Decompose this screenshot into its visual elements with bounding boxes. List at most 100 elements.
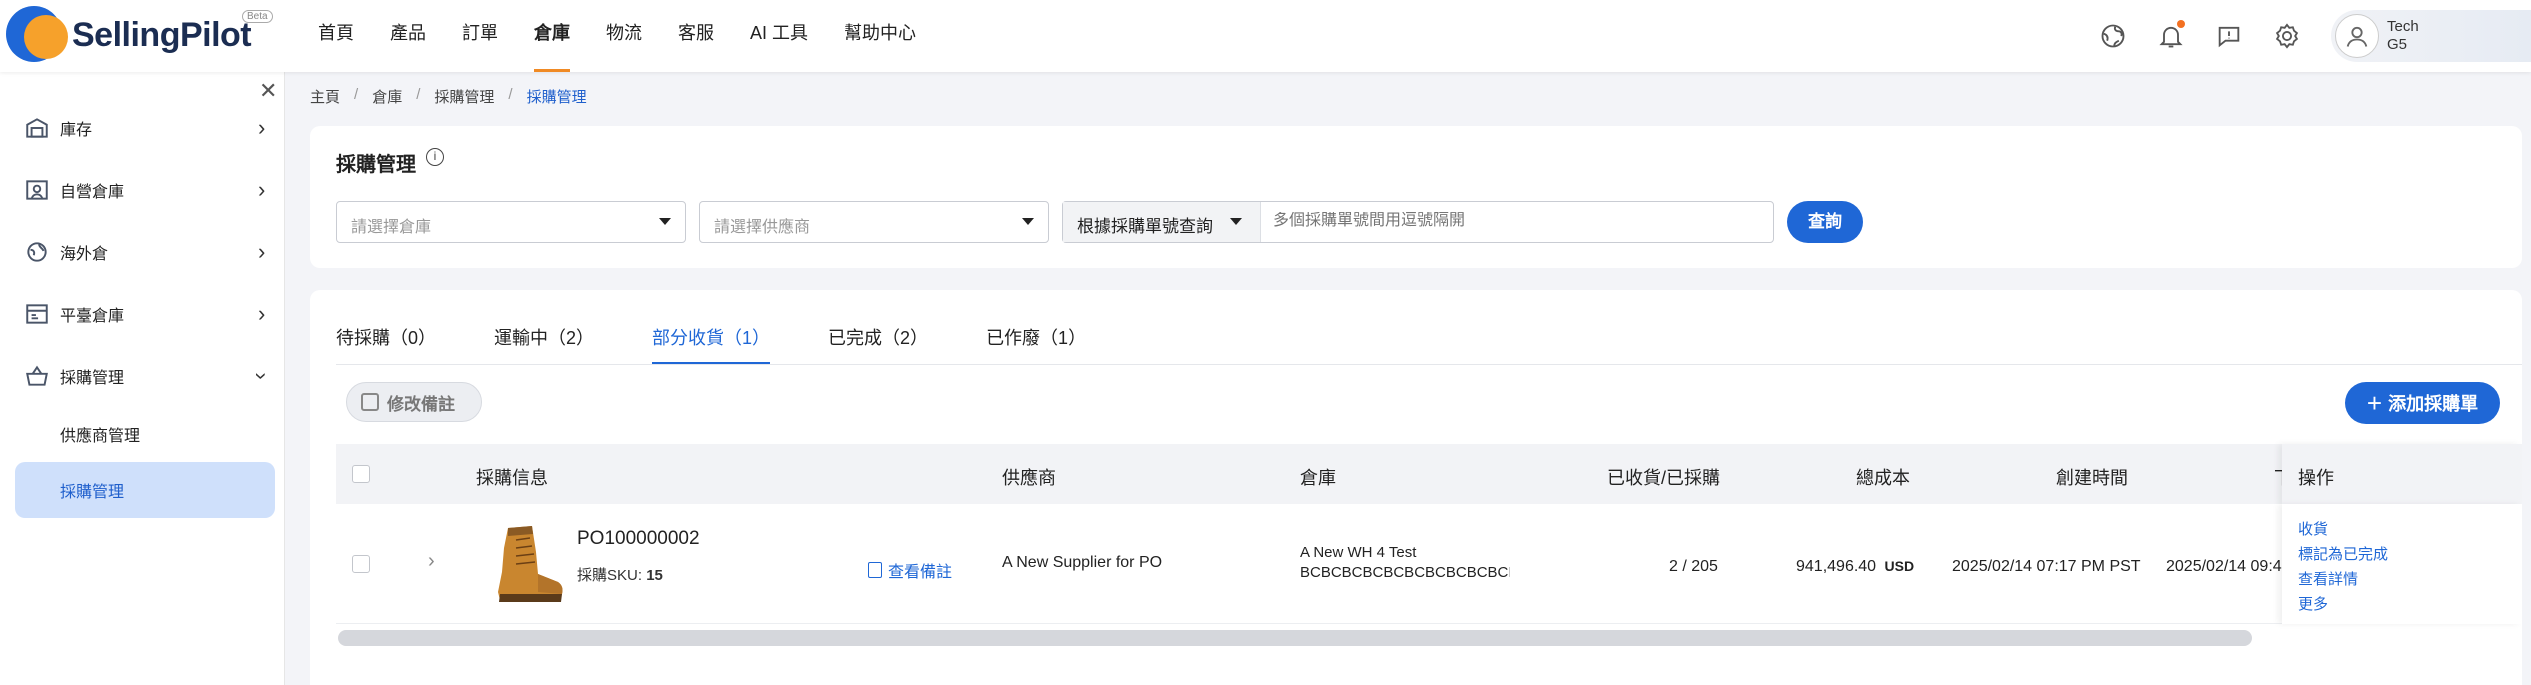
sidebar-item-label: 海外倉 [60, 246, 109, 263]
sidebar-item-platform-warehouse[interactable]: 平臺倉庫 › [0, 284, 285, 344]
chevron-right-icon: › [258, 301, 266, 326]
horizontal-scrollbar[interactable] [338, 630, 2252, 646]
nav-warehouse[interactable]: 倉庫 [516, 0, 588, 72]
nav-products[interactable]: 產品 [372, 0, 444, 72]
supplier-select[interactable]: 請選擇供應商 [699, 201, 1049, 243]
inventory-icon [26, 118, 48, 138]
gear-icon[interactable] [2273, 22, 2301, 50]
po-number-input[interactable] [1273, 212, 1753, 230]
nav-ai-tools[interactable]: AI 工具 [732, 0, 826, 72]
chevron-right-icon: › [258, 239, 266, 264]
table-header: 採購信息 供應商 倉庫 已收貨/已採購 總成本 創建時間 下單 操作 [336, 444, 2522, 504]
warehouse-select-placeholder: 請選擇倉庫 [351, 219, 432, 236]
purchase-list-card: 待採購（0） 運輸中（2） 部分收貨（1） 已完成（2） 已作廢（1） 修改備註… [310, 290, 2522, 685]
top-bar: SellingPilot Beta 首頁 產品 訂單 倉庫 物流 客服 AI 工… [0, 0, 2531, 72]
sidebar-item-label: 庫存 [60, 122, 93, 139]
breadcrumb-separator: / [354, 86, 359, 103]
user-name-line2: G5 [2387, 36, 2408, 53]
view-note-link[interactable]: 查看備註 [868, 558, 952, 582]
row-checkbox[interactable] [352, 555, 370, 573]
tab-pending[interactable]: 待採購（0） [336, 324, 436, 364]
page-title: 採購管理 [336, 154, 416, 176]
breadcrumb-warehouse[interactable]: 倉庫 [372, 86, 402, 107]
receive-link[interactable]: 收貨 [2298, 518, 2328, 539]
expand-row-icon[interactable]: › [428, 550, 435, 573]
logo-mark-orange [24, 15, 68, 59]
tab-in-transit[interactable]: 運輸中（2） [494, 324, 594, 364]
product-thumbnail [498, 526, 563, 602]
nav-home[interactable]: 首頁 [300, 0, 372, 72]
mark-complete-link[interactable]: 標記為已完成 [2298, 543, 2388, 564]
edit-note-button[interactable]: 修改備註 [346, 382, 482, 422]
select-all-checkbox[interactable] [352, 465, 370, 483]
breadcrumb-separator: / [416, 86, 421, 103]
view-details-link[interactable]: 查看詳情 [2298, 568, 2358, 589]
document-icon [868, 562, 882, 578]
nav-orders[interactable]: 訂單 [444, 0, 516, 72]
globe-icon[interactable] [2099, 22, 2127, 50]
add-po-button[interactable]: + 添加採購單 [2345, 382, 2500, 424]
sidebar-item-overseas-warehouse[interactable]: 海外倉 › [0, 222, 285, 282]
tab-partial-received[interactable]: 部分收貨（1） [652, 324, 771, 365]
table-row: › PO100000002 採購SKU: 15 查看備註 A New Suppl… [336, 504, 2522, 624]
sidebar-subitem-label: 採購管理 [60, 484, 125, 501]
sidebar-item-label: 平臺倉庫 [60, 308, 125, 325]
calendar-icon [361, 393, 379, 411]
sidebar-item-own-warehouse[interactable]: 自營倉庫 › [0, 160, 285, 220]
sku-value: 15 [646, 567, 663, 584]
edit-note-label: 修改備註 [387, 394, 455, 414]
more-link[interactable]: 更多 [2298, 593, 2328, 614]
tabs-divider [336, 364, 2522, 365]
total-cost-cell: 941,496.40 USD [1796, 558, 1914, 576]
view-note-label: 查看備註 [888, 564, 953, 581]
main-nav: 首頁 產品 訂單 倉庫 物流 客服 AI 工具 幫助中心 [300, 0, 934, 72]
warehouse-name: A New WH 4 Test [1300, 544, 1417, 561]
supplier-select-placeholder: 請選擇供應商 [714, 219, 811, 236]
chat-icon[interactable] [2215, 22, 2243, 50]
query-mode-label: 根據採購單號查詢 [1077, 217, 1213, 236]
sidebar-item-label: 採購管理 [60, 370, 125, 387]
sidebar-item-inventory[interactable]: 庫存 › [0, 98, 285, 158]
overseas-icon [27, 242, 47, 262]
created-cell: 2025/02/14 07:17 PM PST [1952, 558, 2141, 575]
total-cost-value: 941,496.40 [1796, 558, 1877, 575]
info-icon[interactable]: i [426, 148, 444, 166]
sidebar-subitem-purchase-management[interactable]: 採購管理 [15, 462, 275, 518]
actions-cell: 收貨 標記為已完成 查看詳情 更多 [2282, 504, 2522, 624]
header-created: 創建時間 [2056, 468, 2128, 488]
avatar [2335, 14, 2379, 58]
po-number[interactable]: PO100000002 [577, 528, 700, 550]
header-actions-cell: 操作 [2282, 444, 2522, 504]
breadcrumb-home[interactable]: 主頁 [310, 86, 340, 107]
supplier-cell: A New Supplier for PO [1002, 554, 1163, 571]
sku-label: 採購SKU: [577, 567, 643, 584]
beta-badge: Beta [242, 10, 273, 23]
notification-dot [2177, 20, 2185, 28]
tab-completed[interactable]: 已完成（2） [828, 324, 928, 364]
status-tabs: 待採購（0） 運輸中（2） 部分收貨（1） 已完成（2） 已作廢（1） [336, 324, 1144, 365]
search-card: 採購管理 i 請選擇倉庫 請選擇供應商 根據採購單號查詢 查詢 [310, 126, 2522, 268]
nav-logistics[interactable]: 物流 [588, 0, 660, 72]
breadcrumb-purchase[interactable]: 採購管理 [434, 86, 494, 107]
nav-customer-service[interactable]: 客服 [660, 0, 732, 72]
warehouse-icon [26, 180, 48, 200]
sidebar-subitem-supplier-management[interactable]: 供應商管理 [15, 406, 275, 462]
sidebar-item-purchase-management[interactable]: 採購管理 › [0, 346, 285, 406]
query-mode-select[interactable]: 根據採購單號查詢 [1063, 202, 1261, 242]
header-info: 採購信息 [476, 468, 548, 488]
warehouse-select[interactable]: 請選擇倉庫 [336, 201, 686, 243]
breadcrumb-current: 採購管理 [526, 89, 587, 106]
search-button[interactable]: 查詢 [1787, 201, 1863, 243]
bell-icon[interactable] [2157, 20, 2185, 50]
logo[interactable]: SellingPilot Beta [6, 6, 273, 66]
currency-label: USD [1884, 558, 1915, 574]
nav-help-center[interactable]: 幫助中心 [826, 0, 934, 72]
tab-voided[interactable]: 已作廢（1） [986, 324, 1086, 364]
header-total-cost: 總成本 [1856, 468, 1910, 488]
breadcrumb-separator: / [508, 86, 513, 103]
user-menu[interactable]: Tech G5 [2331, 10, 2531, 62]
chevron-down-icon: › [249, 372, 275, 380]
brand-name: SellingPilot [72, 16, 252, 54]
warehouse-code: BCBCBCBCBCBCBCBCBCBCI [1300, 564, 1510, 581]
sku-count: 採購SKU: 15 [577, 564, 663, 585]
